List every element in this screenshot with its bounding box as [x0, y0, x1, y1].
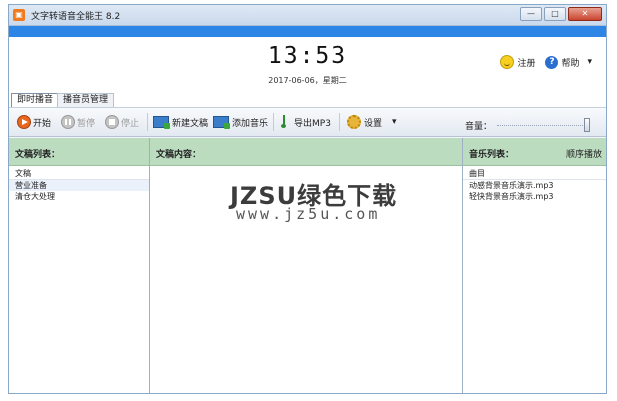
clock-header: 13:53 2017-06-06，星期二 注册 ? 帮助 ▾: [9, 37, 606, 95]
tab-announcer-management[interactable]: 播音员管理: [57, 93, 115, 107]
music-list-panel: 音乐列表： 顺序播放 曲目 动感背景音乐演示.mp3 轻快背景音乐演示.mp3: [463, 138, 606, 393]
stop-label: 停止: [121, 118, 140, 129]
export-mp3-button[interactable]: 导出MP3: [281, 115, 331, 129]
toolbar-separator: [273, 113, 274, 131]
gear-icon: [347, 115, 361, 129]
settings-button[interactable]: 设置 ▾: [347, 115, 397, 129]
register-button[interactable]: 注册: [500, 55, 535, 69]
toolbar-separator: [339, 113, 340, 131]
settings-label: 设置: [364, 118, 383, 129]
pause-button[interactable]: 暂停: [61, 115, 95, 129]
volume-slider-thumb[interactable]: [584, 118, 590, 132]
start-label: 开始: [33, 118, 52, 129]
minimize-icon[interactable]: —: [520, 7, 542, 21]
close-icon[interactable]: ✕: [568, 7, 602, 21]
toolbar-separator: [147, 113, 148, 131]
start-button[interactable]: 开始: [17, 115, 51, 129]
play-mode-dropdown[interactable]: 顺序播放: [566, 147, 602, 160]
pause-label: 暂停: [77, 118, 96, 129]
maximize-icon[interactable]: □: [544, 7, 566, 21]
new-document-icon: [153, 116, 170, 129]
music-list-column-header[interactable]: 曲目: [463, 168, 606, 180]
add-music-icon: [213, 116, 230, 129]
doc-list-column-header[interactable]: 文稿: [9, 168, 149, 180]
doc-list-header: 文稿列表：: [9, 138, 149, 166]
smiley-icon: [500, 55, 515, 69]
volume-slider[interactable]: [497, 125, 589, 128]
music-list-title: 音乐列表：: [469, 150, 515, 160]
doc-list-title: 文稿列表：: [15, 150, 61, 160]
chevron-down-icon: ▾: [392, 117, 397, 127]
add-music-label: 添加音乐: [232, 118, 269, 129]
watermark-url: www.jz5u.com: [236, 205, 381, 223]
add-music-button[interactable]: 添加音乐: [213, 115, 268, 129]
list-item[interactable]: 营业准备: [9, 180, 149, 191]
help-icon: ?: [545, 55, 559, 69]
music-list: 曲目 动感背景音乐演示.mp3 轻快背景音乐演示.mp3: [463, 168, 606, 202]
doc-list-panel: 文稿列表： 文稿 营业准备 清仓大处理: [9, 138, 150, 393]
new-doc-label: 新建文稿: [172, 118, 209, 129]
stop-icon: [105, 115, 119, 129]
app-logo-icon: ▣: [13, 9, 25, 21]
list-item[interactable]: 动感背景音乐演示.mp3: [463, 180, 606, 191]
play-icon: [17, 115, 31, 129]
music-list-header: 音乐列表： 顺序播放: [463, 138, 606, 166]
header-actions: 注册 ? 帮助 ▾: [490, 55, 592, 69]
volume-label: 音量：: [465, 122, 493, 132]
date-display: 2017-06-06，星期二: [268, 76, 347, 85]
doc-list: 文稿 营业准备 清仓大处理: [9, 168, 149, 202]
tab-bar: 即时播音 播音员管理: [9, 91, 606, 108]
title-bar[interactable]: ▣ 文字转语音全能王 8.2 — □ ✕: [9, 5, 606, 26]
help-label: 帮助: [561, 58, 580, 69]
stop-button[interactable]: 停止: [105, 115, 139, 129]
new-doc-button[interactable]: 新建文稿: [153, 115, 208, 129]
content-header: 文稿内容：: [150, 138, 462, 166]
music-note-icon: [281, 115, 291, 129]
content-title: 文稿内容：: [156, 150, 202, 160]
help-button[interactable]: ? 帮助 ▾: [545, 55, 592, 69]
tab-instant-broadcast[interactable]: 即时播音: [11, 93, 60, 107]
window-title: 文字转语音全能王 8.2: [31, 12, 121, 22]
export-label: 导出MP3: [294, 118, 331, 129]
pause-icon: [61, 115, 75, 129]
accent-bar: [9, 26, 606, 37]
register-label: 注册: [517, 58, 536, 69]
toolbar: 开始 暂停 停止 新建文稿 添加音乐 导出MP3 设置 ▾ 音量：: [9, 108, 606, 137]
chevron-down-icon: ▾: [587, 57, 592, 67]
window-controls: — □ ✕: [518, 7, 602, 21]
list-item[interactable]: 清仓大处理: [9, 191, 149, 202]
list-item[interactable]: 轻快背景音乐演示.mp3: [463, 191, 606, 202]
